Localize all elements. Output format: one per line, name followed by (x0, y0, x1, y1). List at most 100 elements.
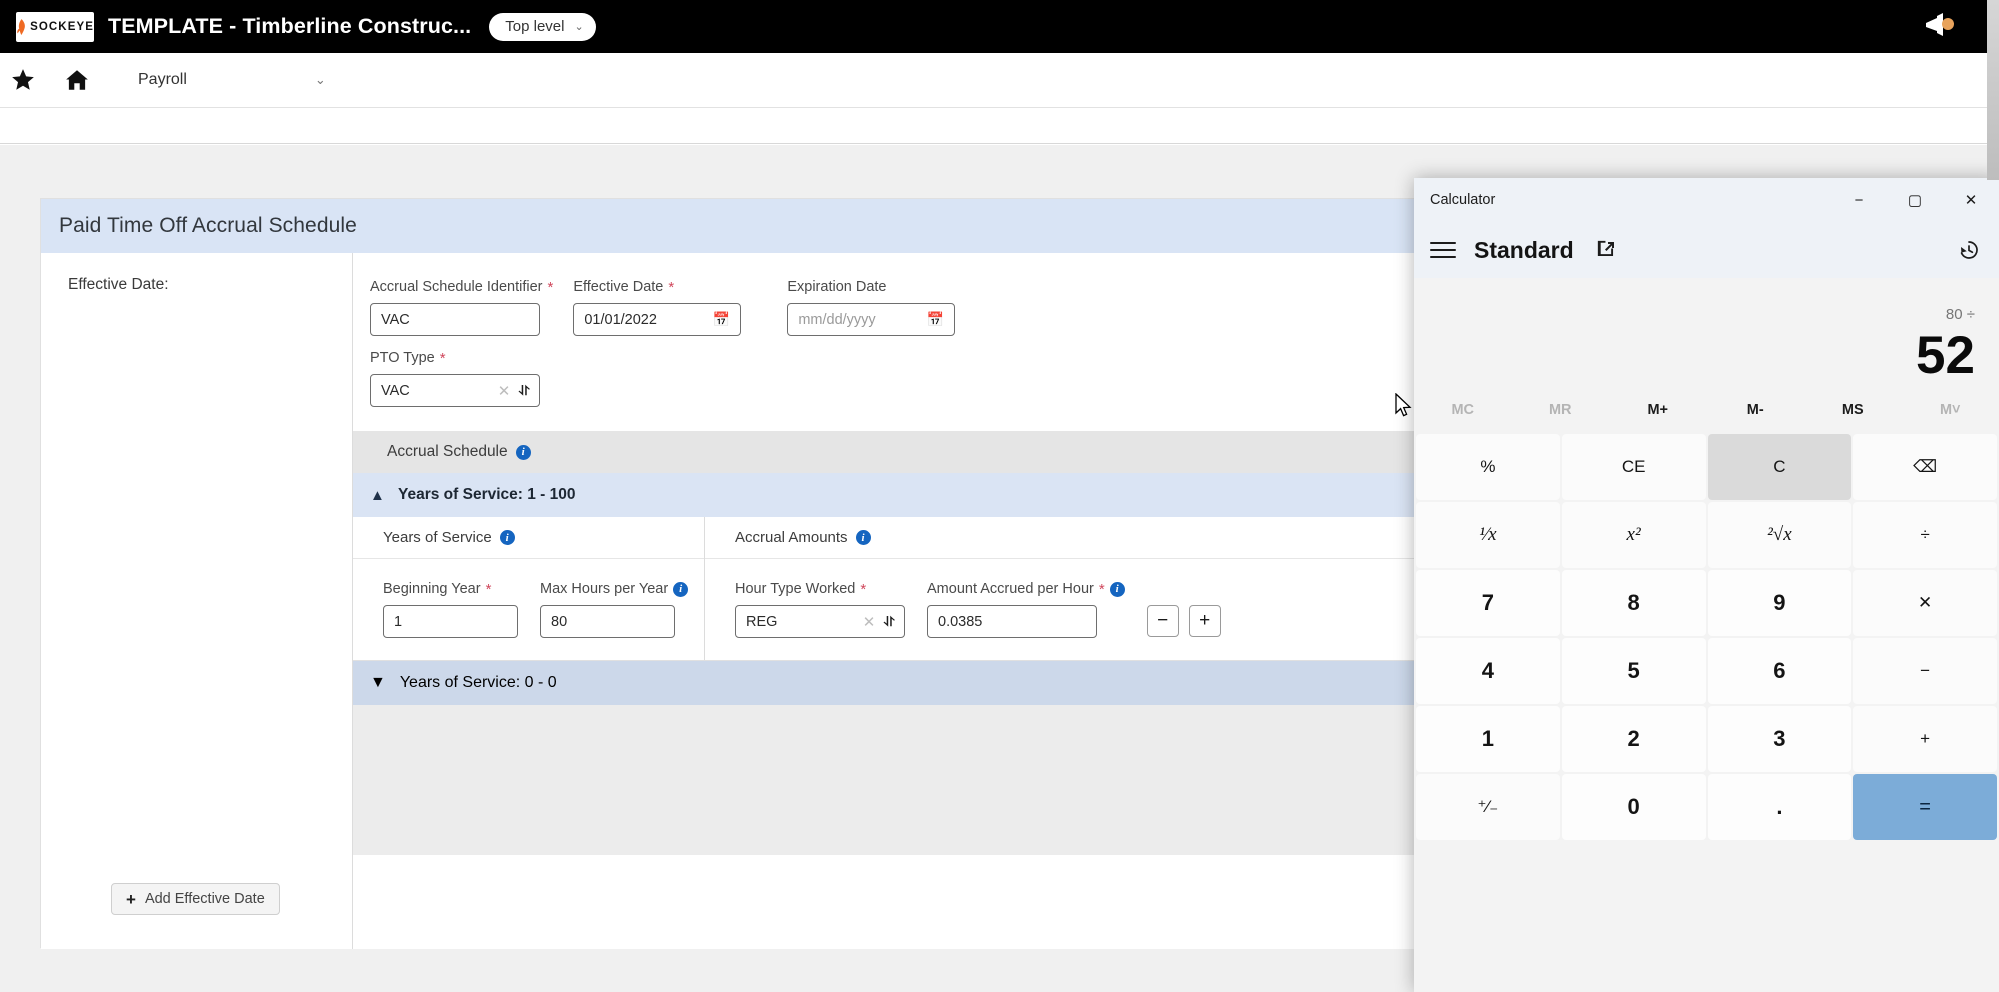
home-icon[interactable] (64, 67, 90, 93)
memory-button-m+[interactable]: M+ (1609, 388, 1707, 432)
label-text: Beginning Year (383, 581, 481, 597)
expiration-date-input[interactable]: mm/dd/yyyy 📅 (787, 303, 956, 336)
info-icon[interactable]: i (673, 581, 689, 597)
calc-key-digit-1[interactable]: 1 (1416, 706, 1560, 772)
clear-x-icon[interactable]: ✕ (498, 382, 520, 400)
calendar-icon[interactable]: 📅 (927, 311, 944, 328)
window-edge-strip (1987, 0, 1999, 180)
calc-key-add[interactable]: + (1853, 706, 1997, 772)
amount-accrued-per-hour-input[interactable]: 0.0385 (927, 605, 1097, 638)
memory-button-m-[interactable]: M- (1707, 388, 1805, 432)
required-marker: * (668, 278, 675, 296)
required-marker: * (439, 349, 446, 367)
add-row-button[interactable]: + (1188, 605, 1221, 637)
info-icon[interactable]: i (1109, 581, 1125, 597)
calc-key-digit-9[interactable]: 9 (1707, 570, 1852, 636)
memory-button-ms[interactable]: MS (1804, 388, 1902, 432)
memory-button-mr: MR (1548, 402, 1572, 418)
calc-key-decimal-point[interactable]: . (1707, 774, 1852, 840)
calc-key-digit-5[interactable]: 5 (1561, 638, 1706, 704)
calc-key-clear-entry[interactable]: CE (1561, 434, 1706, 500)
pto-type-select[interactable]: VAC ✕ ⥯ (370, 374, 540, 407)
calendar-icon[interactable]: 📅 (713, 311, 730, 328)
calculator-window-title: Calculator (1430, 192, 1496, 208)
column-header-text: Years of Service (383, 529, 492, 546)
info-icon[interactable]: i (855, 530, 871, 545)
calc-key-digit-6[interactable]: 6 (1707, 638, 1852, 704)
label-accrual-schedule-identifier: Accrual Schedule Identifier * (370, 279, 553, 295)
module-navbar: Payroll ⌄ (0, 53, 1999, 108)
years-of-service-column-header: Years of Service i (353, 517, 704, 559)
max-hours-per-year-input[interactable]: 80 (540, 605, 675, 638)
years-of-service-column-body: Beginning Year * 1 Max Hours per Year i … (353, 559, 704, 660)
calculator-memory-row: MC MR M+ M- MS M˅ (1414, 388, 1999, 432)
info-icon[interactable]: i (515, 444, 531, 460)
chevron-down-icon[interactable]: ▼ (370, 674, 386, 692)
chevron-up-icon[interactable]: ▲ (370, 487, 385, 504)
add-effective-date-button[interactable]: + Add Effective Date (111, 883, 280, 915)
maximize-button[interactable]: ▢ (1887, 178, 1943, 222)
label-text: Hour Type Worked (735, 581, 856, 597)
calc-key-percent[interactable]: % (1416, 434, 1560, 500)
calc-key-digit-7[interactable]: 7 (1416, 570, 1560, 636)
field-pto-type: PTO Type * VAC ✕ ⥯ (370, 350, 540, 407)
calc-key-square[interactable]: x² (1561, 502, 1706, 568)
megaphone-icon[interactable] (1923, 10, 1957, 40)
label-text: Amount Accrued per Hour (927, 581, 1094, 597)
keep-on-top-icon[interactable] (1596, 240, 1616, 260)
input-value: 80 (551, 613, 568, 630)
screen-root: SOCKEYE TEMPLATE - Timberline Construc..… (0, 0, 1999, 992)
app-topbar: SOCKEYE TEMPLATE - Timberline Construc..… (0, 0, 1999, 53)
effective-date-input[interactable]: 01/01/2022 📅 (573, 303, 742, 336)
label-amount-accrued-per-hour: Amount Accrued per Hour * i (927, 581, 1125, 597)
input-placeholder: mm/dd/yyyy (798, 311, 876, 328)
accrual-schedule-identifier-input[interactable]: VAC (370, 303, 540, 336)
calc-key-digit-0[interactable]: 0 (1561, 774, 1706, 840)
label-pto-type: PTO Type * (370, 350, 540, 366)
calc-key-sign-toggle[interactable]: ⁺⁄₋ (1416, 774, 1560, 840)
calc-key-subtract[interactable]: − (1853, 638, 1997, 704)
calc-key-multiply[interactable]: ✕ (1853, 570, 1997, 636)
chevron-down-icon[interactable]: ⥯ (519, 383, 529, 399)
app-title: TEMPLATE - Timberline Construc... (108, 14, 472, 38)
calculator-titlebar[interactable]: Calculator − ▢ ✕ (1414, 178, 1999, 222)
info-icon[interactable]: i (499, 530, 515, 545)
calculator-modebar: Standard (1414, 222, 1999, 278)
calc-key-backspace[interactable]: ⌫ (1853, 434, 1997, 500)
calc-key-digit-4[interactable]: 4 (1416, 638, 1560, 704)
memory-button-m: M˅ (1939, 402, 1961, 418)
chevron-down-icon[interactable]: ⌄ (315, 72, 326, 88)
label-hour-type-worked: Hour Type Worked * (735, 581, 905, 597)
calc-key-reciprocal[interactable]: ¹⁄x (1416, 502, 1560, 568)
star-icon[interactable] (10, 67, 36, 93)
close-button[interactable]: ✕ (1943, 178, 1999, 222)
logo-wordmark: SOCKEYE (30, 20, 94, 33)
scope-selector[interactable]: Top level ⌄ (489, 12, 596, 41)
history-icon[interactable] (1957, 238, 1981, 262)
label-text: PTO Type (370, 350, 435, 366)
input-value: 0.0385 (938, 613, 983, 630)
label-max-hours-per-year: Max Hours per Year i (540, 581, 689, 597)
beginning-year-input[interactable]: 1 (383, 605, 518, 638)
minimize-button[interactable]: − (1831, 178, 1887, 222)
plus-icon: + (126, 889, 136, 909)
label-text: Effective Date (573, 279, 664, 295)
nav-module-label[interactable]: Payroll (138, 71, 187, 89)
field-max-hours-per-year: Max Hours per Year i 80 (540, 581, 689, 638)
hamburger-menu-icon[interactable] (1430, 242, 1456, 258)
calculator-expression: 80 ÷ (1945, 306, 1975, 323)
field-accrual-schedule-identifier: Accrual Schedule Identifier * VAC (370, 279, 553, 336)
calc-key-digit-2[interactable]: 2 (1561, 706, 1706, 772)
chevron-down-icon[interactable]: ⥯ (884, 614, 894, 630)
calc-key-clear[interactable]: C (1707, 434, 1852, 500)
calc-key-equals[interactable]: = (1853, 774, 1997, 840)
remove-row-button[interactable]: − (1146, 605, 1179, 637)
hour-type-worked-select[interactable]: REG ✕ ⥯ (735, 605, 905, 638)
clear-x-icon[interactable]: ✕ (863, 613, 885, 631)
calc-key-divide[interactable]: ÷ (1853, 502, 1997, 568)
calc-key-digit-3[interactable]: 3 (1707, 706, 1852, 772)
calc-key-digit-8[interactable]: 8 (1561, 570, 1706, 636)
chevron-down-icon: ⌄ (574, 21, 584, 33)
calc-key-square-root[interactable]: ²√x (1707, 502, 1852, 568)
label-text: Expiration Date (787, 279, 887, 295)
